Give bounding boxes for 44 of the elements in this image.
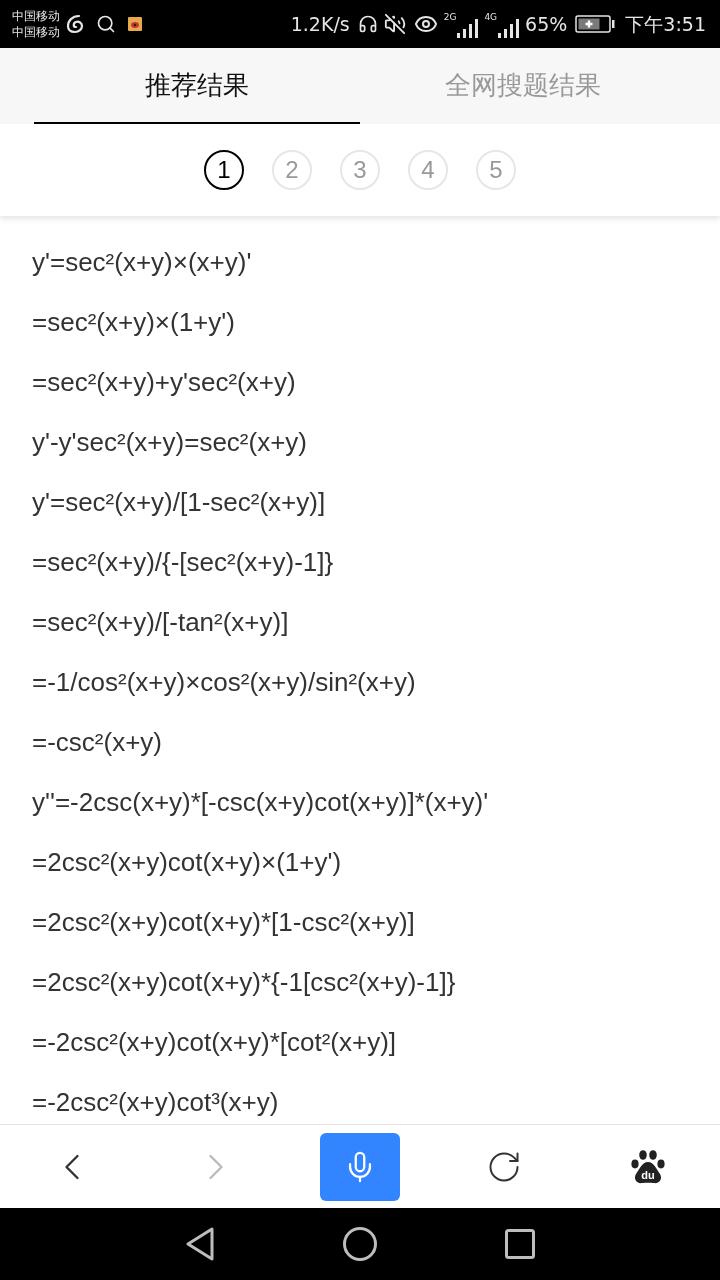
back-icon	[185, 1227, 215, 1261]
tab[interactable]: 全网搜题结果	[360, 48, 686, 124]
home-icon	[343, 1227, 377, 1261]
formula-line: =-2csc²(x+y)cot(x+y)*[cot²(x+y)]	[32, 1027, 397, 1057]
formula-line: =-csc²(x+y)	[32, 727, 162, 757]
formula-line: =sec²(x+y)/[-tan²(x+y)]	[32, 607, 289, 637]
formula-line: =sec²(x+y)/{-[sec²(x+y)-1]}	[32, 547, 334, 577]
formula-line: =sec²(x+y)×(1+y')	[32, 307, 235, 337]
home-nav-button[interactable]	[343, 1227, 377, 1261]
network-speed: 1.2K/s	[290, 12, 350, 36]
formula-line: =2csc²(x+y)cot(x+y)×(1+y')	[32, 847, 342, 877]
carrier-name: 中国移动	[12, 8, 60, 24]
paw-button[interactable]: du	[624, 1142, 672, 1191]
formula-line: y'=sec²(x+y)×(x+y)'	[32, 247, 252, 277]
formula-line: y''=-2csc(x+y)*[-csc(x+y)cot(x+y)]*(x+y)'	[32, 787, 489, 817]
carrier-name: 中国移动	[12, 24, 60, 40]
battery-icon	[575, 15, 616, 33]
app-icon	[128, 17, 142, 31]
swirl-icon	[66, 14, 86, 34]
voice-button[interactable]	[320, 1132, 400, 1201]
search-icon	[96, 14, 116, 34]
page-number[interactable]: 2	[272, 150, 312, 190]
square-icon	[505, 1229, 535, 1259]
page-number[interactable]: 4	[408, 150, 448, 190]
formula-line: =2csc²(x+y)cot(x+y)*[1-csc²(x+y)]	[32, 907, 415, 937]
formula-line: y'=sec²(x+y)/[1-sec²(x+y)]	[32, 487, 326, 517]
back-nav-button[interactable]	[185, 1227, 215, 1261]
page-number[interactable]: 3	[340, 150, 380, 190]
signal-icon	[456, 18, 479, 38]
signal-icon	[497, 18, 520, 38]
network-type: 4G	[484, 12, 498, 22]
formula-line: =-1/cos²(x+y)×cos²(x+y)/sin²(x+y)	[32, 667, 416, 697]
formula-line: =sec²(x+y)+y'sec²(x+y)	[32, 367, 296, 397]
mute-icon	[383, 13, 406, 35]
page-number[interactable]: 1	[204, 150, 244, 190]
formula-line: =2csc²(x+y)cot(x+y)*{-1[csc²(x+y)-1]}	[32, 967, 456, 997]
recents-nav-button[interactable]	[505, 1229, 535, 1259]
headphones-icon	[357, 14, 378, 34]
battery-percent: 65%	[525, 12, 568, 36]
formula-line: =-2csc²(x+y)cot³(x+y)	[32, 1087, 279, 1117]
network-type: 2G	[443, 12, 457, 22]
formula-line: y'-y'sec²(x+y)=sec²(x+y)	[32, 427, 307, 457]
page-number[interactable]: 5	[476, 150, 516, 190]
clock-time: 下午3:51	[625, 12, 706, 36]
